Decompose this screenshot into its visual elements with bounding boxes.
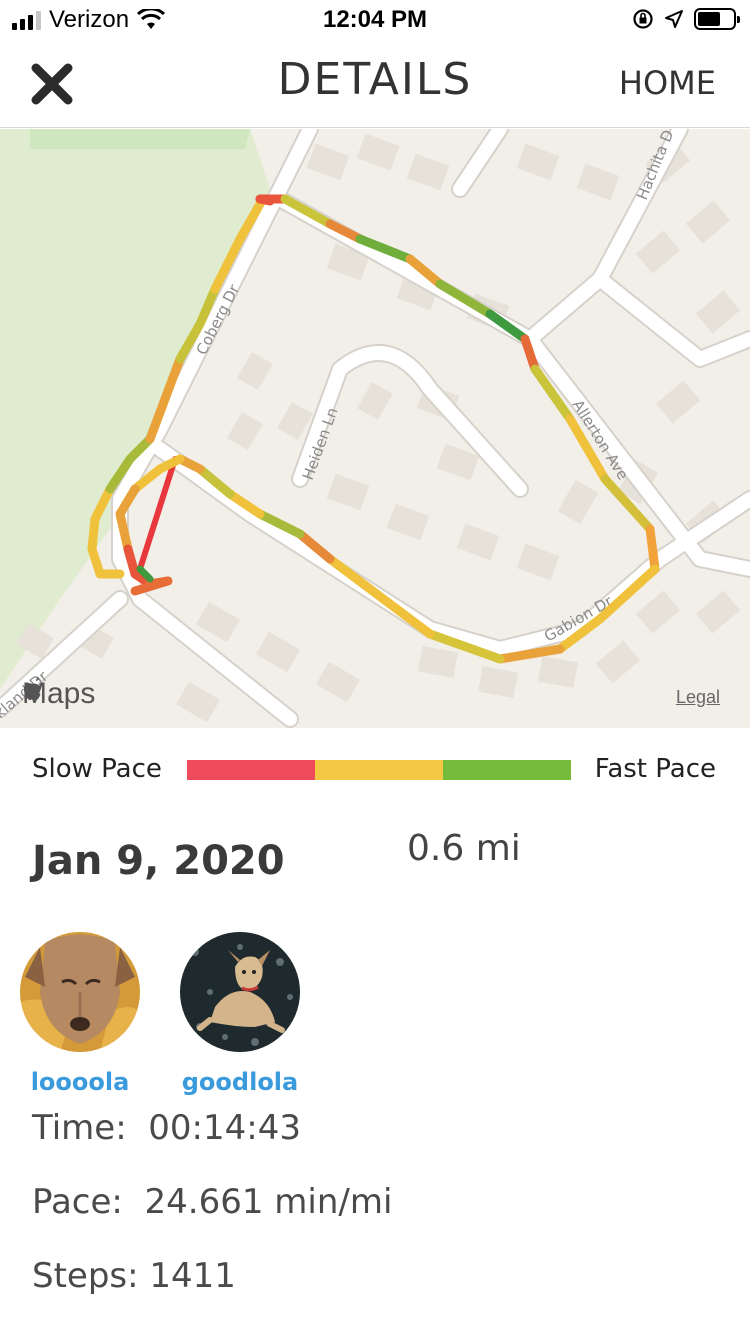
dog-name-loooola[interactable]: loooola bbox=[20, 1068, 140, 1096]
header: DETAILS HOME bbox=[0, 40, 750, 128]
pace-value: 24.661 min/mi bbox=[144, 1182, 393, 1222]
maps-brand: Maps bbox=[22, 677, 95, 711]
walk-date: Jan 9, 2020 bbox=[32, 838, 285, 884]
steps-stat: Steps: 1411 bbox=[32, 1256, 236, 1296]
pace-segment-medium bbox=[315, 760, 443, 780]
home-button[interactable]: HOME bbox=[619, 64, 716, 102]
walk-distance: 0.6 mi bbox=[407, 828, 521, 869]
dog-name-goodlola[interactable]: goodlola bbox=[180, 1068, 300, 1096]
time-stat: Time: 00:14:43 bbox=[32, 1108, 301, 1148]
status-bar: Verizon 12:04 PM bbox=[0, 0, 750, 40]
legal-link[interactable]: Legal bbox=[676, 687, 720, 708]
orientation-lock-icon bbox=[633, 9, 653, 29]
pace-label: Pace: bbox=[32, 1182, 123, 1222]
pace-stat: Pace: 24.661 min/mi bbox=[32, 1182, 392, 1222]
slow-pace-label: Slow Pace bbox=[32, 754, 162, 784]
avatar[interactable] bbox=[180, 932, 300, 1052]
pace-legend: Slow Pace Fast Pace bbox=[0, 746, 750, 794]
status-right bbox=[632, 8, 740, 30]
time-label: Time: bbox=[32, 1108, 127, 1148]
steps-value: 1411 bbox=[149, 1256, 236, 1296]
time-value: 00:14:43 bbox=[148, 1108, 301, 1148]
pace-segment-fast bbox=[443, 760, 571, 780]
dog-card-loooola[interactable]: loooola bbox=[20, 932, 140, 1096]
steps-label: Steps: bbox=[32, 1256, 139, 1296]
pace-segment-slow bbox=[187, 760, 315, 780]
avatar[interactable] bbox=[20, 932, 140, 1052]
fast-pace-label: Fast Pace bbox=[594, 754, 716, 784]
battery-icon bbox=[694, 8, 740, 30]
dog-card-goodlola[interactable]: goodlola bbox=[180, 932, 300, 1096]
apple-logo-icon bbox=[24, 677, 41, 700]
pace-gradient-bar bbox=[187, 760, 571, 780]
walk-map[interactable]: Coberg Dr Heiden Ln Allerton Ave Gabion … bbox=[0, 129, 750, 728]
dog-photo-goodlola bbox=[180, 932, 300, 1052]
location-icon bbox=[665, 10, 683, 28]
dog-photo-loooola bbox=[20, 932, 140, 1052]
map-canvas: Coberg Dr Heiden Ln Allerton Ave Gabion … bbox=[0, 129, 750, 728]
